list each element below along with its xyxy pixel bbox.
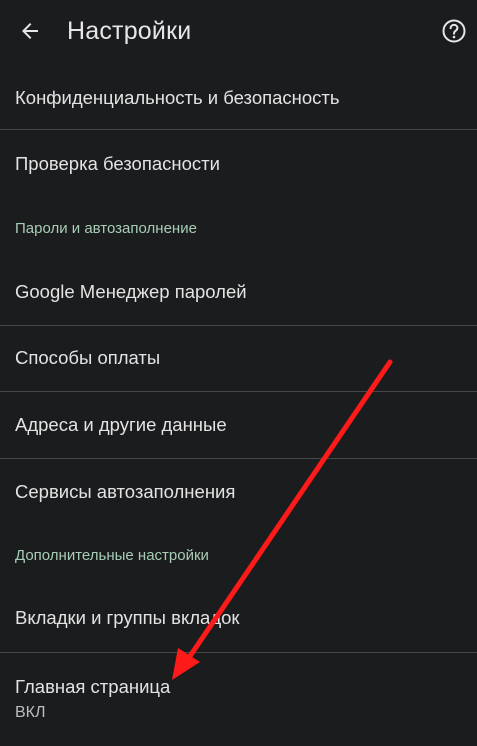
settings-item-label: Проверка безопасности	[15, 153, 220, 174]
settings-item-autofill-services[interactable]: Сервисы автозаполнения	[0, 459, 477, 525]
settings-item-label: Адреса и другие данные	[15, 414, 227, 435]
settings-item-tabs-groups[interactable]: Вкладки и группы вкладок	[0, 585, 477, 651]
settings-item-addresses[interactable]: Адреса и другие данные	[0, 392, 477, 458]
help-button[interactable]	[434, 11, 474, 51]
settings-item-safety-check[interactable]: Проверка безопасности	[0, 130, 477, 196]
settings-item-label: Google Менеджер паролей	[15, 281, 247, 302]
app-bar: Настройки	[0, 0, 477, 62]
section-header-passwords: Пароли и автозаполнение	[15, 220, 197, 237]
help-circle-icon	[442, 19, 466, 43]
settings-item-label: Конфиденциальность и безопасность	[15, 87, 340, 108]
settings-item-homepage[interactable]: Главная страница ВКЛ	[0, 653, 477, 746]
settings-item-privacy[interactable]: Конфиденциальность и безопасность	[0, 72, 477, 128]
arrow-back-icon	[22, 23, 38, 39]
page-title: Настройки	[67, 17, 192, 45]
settings-item-status: ВКЛ	[15, 704, 46, 721]
settings-item-password-manager[interactable]: Google Менеджер паролей	[0, 258, 477, 324]
settings-item-label: Сервисы автозаполнения	[15, 481, 236, 502]
settings-item-label: Способы оплаты	[15, 347, 161, 368]
section-header-advanced: Дополнительные настройки	[15, 547, 209, 564]
settings-item-payment-methods[interactable]: Способы оплаты	[0, 326, 477, 392]
back-button[interactable]	[10, 11, 50, 51]
settings-item-label: Главная страница	[15, 676, 171, 697]
settings-item-label: Вкладки и группы вкладок	[15, 607, 240, 628]
